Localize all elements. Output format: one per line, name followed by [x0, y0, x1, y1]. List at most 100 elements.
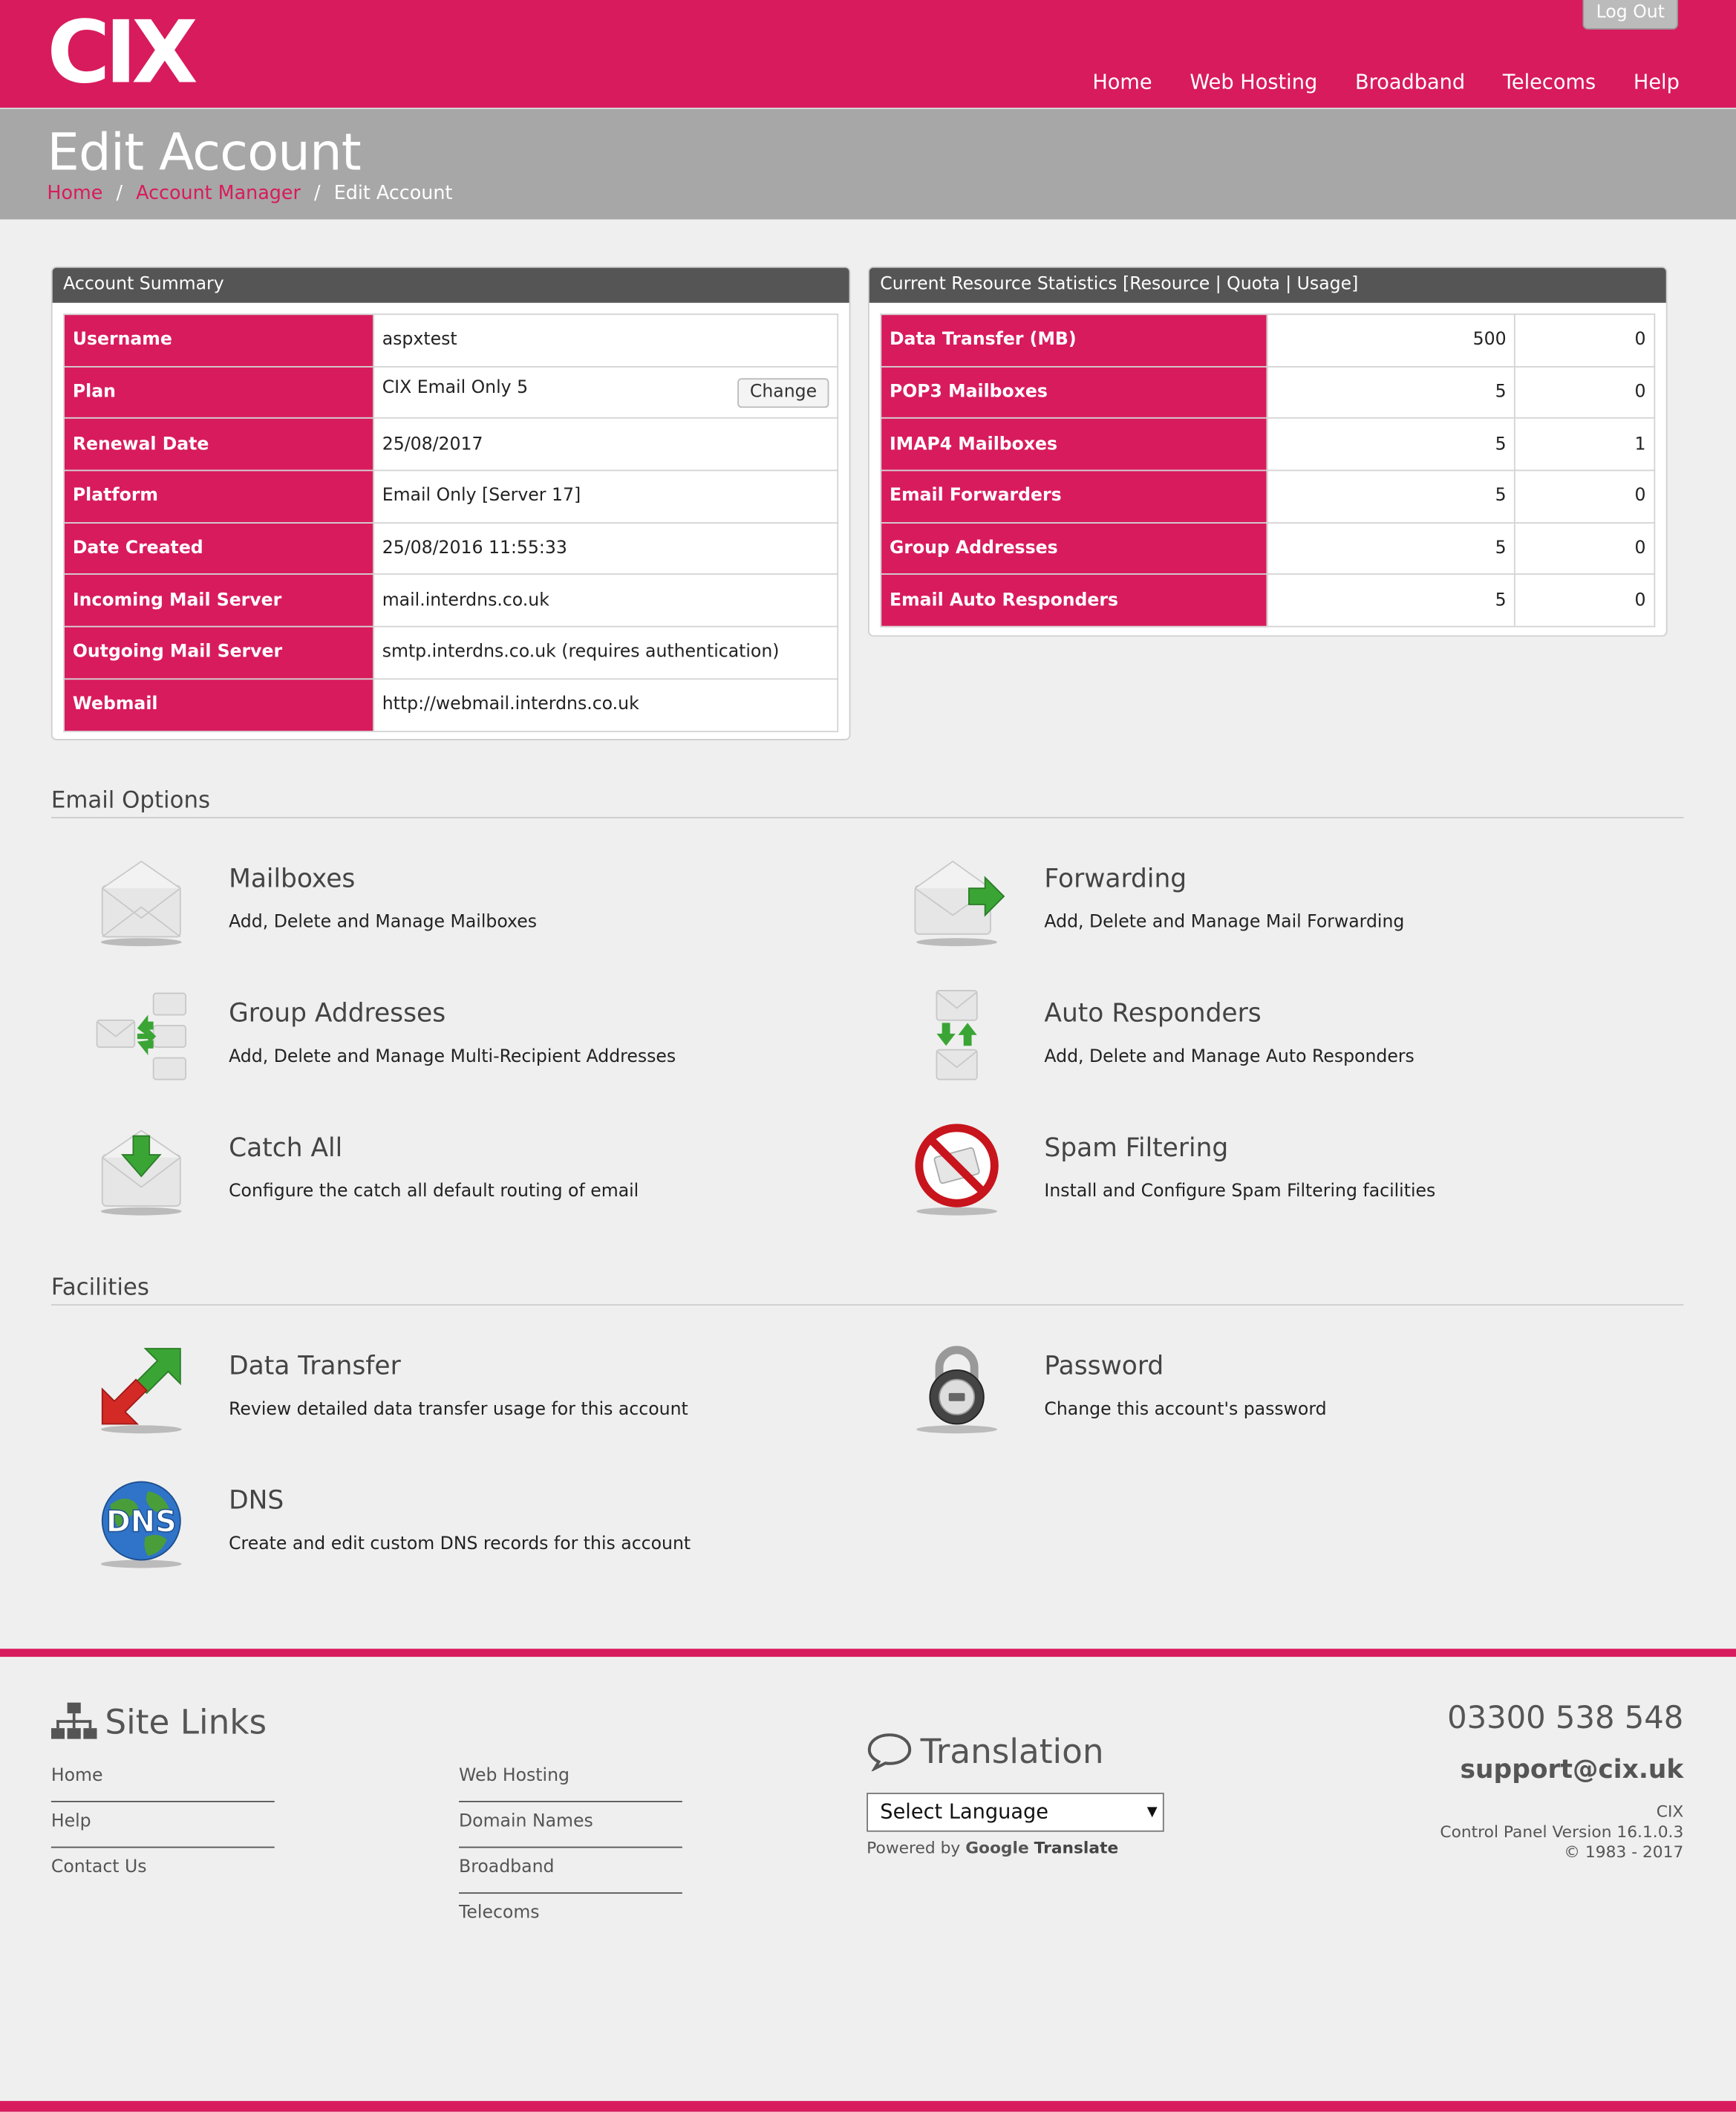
footer-link-broadband[interactable]: Broadband [459, 1848, 682, 1894]
row-label: Date Created [63, 521, 374, 576]
cix-logo[interactable]: CIX [47, 5, 198, 102]
resource-quota: 5 [1266, 521, 1516, 576]
breadcrumb-home[interactable]: Home [47, 183, 102, 204]
option-title[interactable]: Mailboxes [229, 864, 355, 894]
language-select[interactable]: Select Language ▼ [867, 1793, 1164, 1832]
resource-name: IMAP4 Mailboxes [880, 417, 1268, 472]
option-title[interactable]: Forwarding [1044, 864, 1187, 894]
option-catch-all[interactable]: Catch All Configure the catch all defaul… [51, 1130, 805, 1241]
option-title[interactable]: Group Addresses [229, 999, 446, 1029]
resource-quota: 5 [1266, 469, 1516, 524]
nav-help[interactable]: Help [1634, 70, 1680, 94]
plan-cell: CIX Email Only 5 Change [373, 365, 839, 420]
option-description: Install and Configure Spam Filtering fac… [1044, 1182, 1436, 1202]
row-value: mail.interdns.co.uk [373, 573, 839, 628]
breadcrumb-current: Edit Account [333, 183, 453, 205]
footer-link-telecoms[interactable]: Telecoms [459, 1894, 682, 1940]
footer-links-col1: Home Help Contact Us [50, 1756, 275, 1894]
option-description: Add, Delete and Manage Multi-Recipient A… [229, 1047, 676, 1068]
option-title[interactable]: Catch All [229, 1133, 342, 1163]
site-links-heading: Site Links [50, 1701, 267, 1741]
option-mailboxes[interactable]: Mailboxes Add, Delete and Manage Mailbox… [51, 860, 805, 972]
breadcrumb-separator: / [116, 183, 123, 205]
dropdown-arrow-icon: ▼ [1146, 1805, 1158, 1820]
top-bar: CIX Log Out Home Web Hosting Broadband T… [0, 0, 1736, 108]
row-value: 25/08/2016 11:55:33 [373, 521, 839, 576]
resource-quota: 5 [1266, 365, 1516, 420]
page-title: Edit Account [47, 122, 361, 182]
auto-responder-icon [936, 990, 978, 1081]
option-group-addresses[interactable]: Group Addresses Add, Delete and Manage M… [51, 992, 805, 1106]
option-spam-filtering[interactable]: Spam Filtering Install and Configure Spa… [867, 1124, 1620, 1241]
resource-usage: 0 [1514, 313, 1656, 368]
table-row: POP3 Mailboxes 5 0 [880, 365, 1656, 420]
option-title[interactable]: Data Transfer [229, 1352, 401, 1381]
row-label: Platform [63, 469, 374, 524]
row-value: aspxtest [373, 313, 839, 368]
nav-telecoms[interactable]: Telecoms [1503, 70, 1596, 94]
option-title[interactable]: Spam Filtering [1044, 1133, 1228, 1163]
resource-usage: 0 [1514, 573, 1656, 628]
row-label: Outgoing Mail Server [63, 625, 374, 679]
option-title[interactable]: DNS [229, 1486, 284, 1516]
row-label: Username [63, 313, 374, 368]
resource-stats-heading: Current Resource Statistics [Resource | … [869, 267, 1666, 303]
option-forwarding[interactable]: Forwarding Add, Delete and Manage Mail F… [867, 860, 1620, 972]
translation-heading: Translation [867, 1731, 1104, 1772]
table-row: Plan CIX Email Only 5 Change [63, 365, 839, 420]
nav-home[interactable]: Home [1092, 70, 1152, 94]
resource-name: Email Forwarders [880, 469, 1268, 524]
envelope-icon [100, 860, 182, 947]
row-label: Incoming Mail Server [63, 573, 374, 628]
option-description: Add, Delete and Manage Auto Responders [1044, 1047, 1414, 1068]
dns-globe-icon: DNS [100, 1481, 182, 1568]
language-select-value: Select Language [880, 1799, 1049, 1824]
account-summary-heading: Account Summary [52, 267, 849, 303]
footer-divider [0, 1649, 1736, 1658]
footer-link-web-hosting[interactable]: Web Hosting [459, 1756, 682, 1802]
option-auto-responders[interactable]: Auto Responders Add, Delete and Manage A… [867, 990, 1620, 1106]
row-label: Renewal Date [63, 417, 374, 472]
option-description: Change this account's password [1044, 1399, 1327, 1421]
resource-stats-table: Data Transfer (MB) 500 0 POP3 Mailboxes 5 0 … [880, 313, 1656, 628]
footer-link-home[interactable]: Home [50, 1756, 275, 1802]
resource-usage: 0 [1514, 469, 1656, 524]
row-label: Plan [63, 365, 374, 420]
nav-broadband[interactable]: Broadband [1355, 70, 1465, 94]
footer-link-domain-names[interactable]: Domain Names [459, 1802, 682, 1848]
logout-button[interactable]: Log Out [1582, 0, 1679, 30]
google-logo[interactable]: Google [965, 1839, 1029, 1857]
powered-by-label: Powered by [867, 1838, 961, 1858]
table-row: Data Transfer (MB) 500 0 [880, 313, 1656, 368]
breadcrumb: Home / Account Manager / Edit Account [47, 183, 452, 204]
option-title[interactable]: Auto Responders [1044, 999, 1261, 1029]
title-bar: Edit Account Home / Account Manager / Edit A… [0, 107, 1736, 220]
table-row: Email Auto Responders 5 0 [880, 573, 1656, 628]
control-panel-version: Control Panel Version 16.1.0.3 [1440, 1822, 1684, 1842]
resource-usage: 1 [1514, 417, 1656, 472]
option-description: Add, Delete and Manage Mail Forwarding [1044, 912, 1405, 933]
table-row: Group Addresses 5 0 [880, 521, 1656, 576]
account-summary-panel: Account Summary Username aspxtest Plan CIX… [50, 266, 851, 740]
change-plan-button[interactable]: Change [737, 377, 829, 408]
facilities-heading: Facilities [50, 1274, 1684, 1306]
copyright: © 1983 - 2017 [1564, 1842, 1684, 1862]
footer-bottom-bar [0, 2101, 1736, 2112]
contact-email[interactable]: support@cix.uk [1461, 1755, 1684, 1785]
row-label: Webmail [63, 678, 374, 732]
option-description: Review detailed data transfer usage for … [229, 1399, 688, 1421]
option-description: Create and edit custom DNS records for t… [229, 1534, 691, 1555]
footer-link-help[interactable]: Help [50, 1802, 275, 1848]
option-title[interactable]: Password [1044, 1352, 1164, 1381]
row-value: 25/08/2017 [373, 417, 839, 472]
facility-dns[interactable]: DNS DNS Create and edit custom DNS recor… [51, 1481, 805, 1594]
table-row: Webmail http://webmail.interdns.co.uk [63, 678, 839, 732]
resource-usage: 0 [1514, 521, 1656, 576]
footer-link-contact[interactable]: Contact Us [51, 1848, 275, 1894]
breadcrumb-account-manager[interactable]: Account Manager [136, 183, 301, 204]
footer-links-col2: Web Hosting Domain Names Broadband Telec… [459, 1756, 682, 1939]
facility-data-transfer[interactable]: Data Transfer Review detailed data trans… [51, 1348, 805, 1459]
facility-password[interactable]: Password Change this account's password [867, 1346, 1620, 1459]
nav-web-hosting[interactable]: Web Hosting [1190, 70, 1317, 94]
table-row: Username aspxtest [63, 313, 839, 368]
